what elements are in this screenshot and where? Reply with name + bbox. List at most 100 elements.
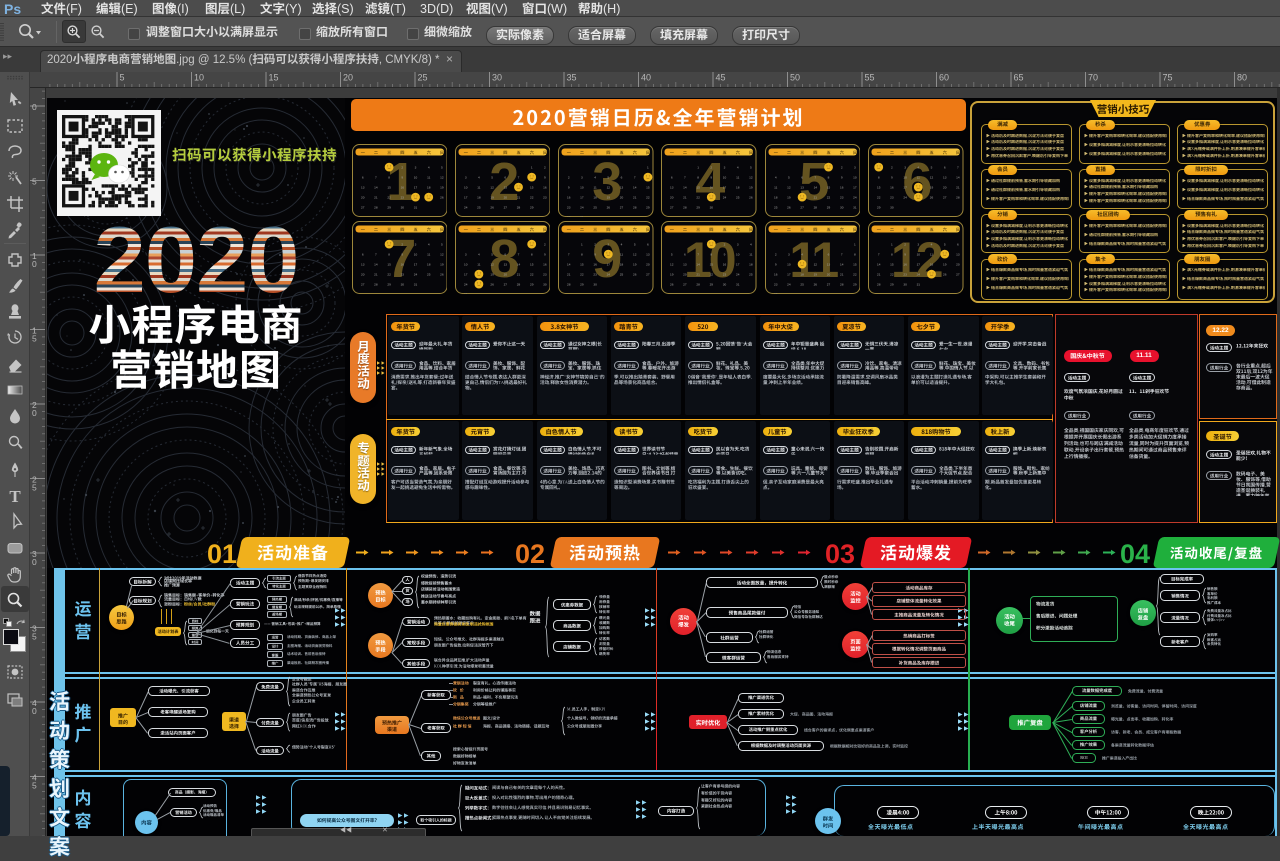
svg-text:11: 11 <box>750 253 753 257</box>
svg-text:2: 2 <box>401 165 403 169</box>
svg-text:7: 7 <box>814 175 816 179</box>
svg-text:日: 日 <box>543 227 547 233</box>
svg-text:5: 5 <box>120 73 125 83</box>
svg-text:8: 8 <box>489 229 518 289</box>
svg-text:20: 20 <box>343 73 353 83</box>
svg-text:29: 29 <box>530 205 534 209</box>
svg-text:日: 日 <box>853 227 857 233</box>
svg-text:4: 4 <box>696 152 726 212</box>
svg-text:25: 25 <box>774 205 778 209</box>
svg-text:31: 31 <box>580 215 584 217</box>
svg-text:22: 22 <box>387 273 391 277</box>
svg-text:18: 18 <box>426 185 430 189</box>
svg-text:75: 75 <box>1163 73 1173 83</box>
svg-text:7: 7 <box>568 253 570 257</box>
svg-text:23: 23 <box>543 195 547 199</box>
svg-text:29: 29 <box>890 283 894 287</box>
svg-text:80: 80 <box>1237 73 1247 83</box>
svg-text:19: 19 <box>490 273 494 277</box>
svg-text:12: 12 <box>891 232 942 288</box>
svg-text:27: 27 <box>956 273 960 277</box>
svg-text:26: 26 <box>440 195 444 199</box>
svg-text:24: 24 <box>917 273 921 277</box>
svg-text:五: 五 <box>723 149 727 155</box>
svg-text:11: 11 <box>917 175 920 179</box>
svg-text:0: 0 <box>32 102 37 112</box>
svg-text:21: 21 <box>374 195 378 199</box>
svg-text:7: 7 <box>634 175 636 179</box>
svg-text:9: 9 <box>891 175 893 179</box>
svg-text:22: 22 <box>853 273 857 277</box>
svg-text:6: 6 <box>684 253 686 257</box>
svg-text:65: 65 <box>1014 73 1024 83</box>
svg-text:17: 17 <box>580 195 584 199</box>
svg-text:10: 10 <box>413 175 417 179</box>
svg-text:23: 23 <box>903 273 907 277</box>
svg-text:15: 15 <box>890 263 894 267</box>
svg-text:1: 1 <box>891 243 893 247</box>
svg-text:6: 6 <box>504 253 506 257</box>
svg-text:28: 28 <box>877 283 881 287</box>
svg-text:26: 26 <box>943 273 947 277</box>
svg-text:30: 30 <box>890 205 894 209</box>
svg-text:六: 六 <box>736 227 740 233</box>
svg-text:22: 22 <box>826 195 830 199</box>
svg-text:26: 26 <box>607 205 611 209</box>
svg-text:6: 6 <box>827 253 829 257</box>
svg-text:五: 五 <box>516 149 520 155</box>
svg-text:29: 29 <box>646 205 650 209</box>
svg-text:15: 15 <box>269 73 279 83</box>
svg-text:24: 24 <box>853 195 857 199</box>
svg-text:27: 27 <box>620 205 624 209</box>
svg-text:6: 6 <box>902 152 931 212</box>
svg-text:16: 16 <box>400 263 404 267</box>
svg-text:7: 7 <box>698 253 700 257</box>
svg-text:13: 13 <box>956 253 960 257</box>
svg-text:五: 五 <box>516 227 520 233</box>
svg-text:30: 30 <box>710 205 714 209</box>
svg-text:29: 29 <box>580 283 584 287</box>
svg-text:二: 二 <box>477 149 481 155</box>
svg-text:50: 50 <box>790 73 800 83</box>
svg-text:二: 二 <box>683 149 687 155</box>
svg-text:4: 4 <box>427 165 429 169</box>
svg-text:5: 5 <box>32 781 37 791</box>
svg-text:3: 3 <box>414 165 416 169</box>
svg-text:3: 3 <box>724 165 726 169</box>
svg-text:5: 5 <box>441 165 443 169</box>
svg-text:12: 12 <box>490 263 494 267</box>
svg-text:15: 15 <box>387 263 391 267</box>
svg-text:8: 8 <box>388 253 390 257</box>
svg-text:六: 六 <box>529 227 533 233</box>
svg-text:27: 27 <box>360 205 364 209</box>
svg-text:22: 22 <box>890 273 894 277</box>
svg-text:18: 18 <box>477 195 481 199</box>
svg-text:5: 5 <box>32 632 37 642</box>
svg-text:8: 8 <box>854 253 856 257</box>
svg-text:六: 六 <box>426 149 430 155</box>
svg-text:4: 4 <box>801 253 803 257</box>
svg-text:16: 16 <box>890 185 894 189</box>
svg-text:29: 29 <box>387 283 391 287</box>
svg-text:28: 28 <box>517 283 521 287</box>
svg-text:11: 11 <box>930 253 933 257</box>
svg-text:13: 13 <box>503 185 507 189</box>
svg-text:45: 45 <box>716 73 726 83</box>
svg-text:12: 12 <box>490 185 494 189</box>
svg-text:6: 6 <box>801 175 803 179</box>
svg-text:28: 28 <box>697 283 701 287</box>
svg-text:19: 19 <box>670 273 674 277</box>
svg-text:3: 3 <box>465 253 467 257</box>
svg-text:五: 五 <box>413 227 417 233</box>
svg-text:2: 2 <box>711 165 713 169</box>
svg-text:13: 13 <box>646 253 650 257</box>
svg-text:12: 12 <box>440 253 444 257</box>
svg-text:7: 7 <box>878 253 880 257</box>
svg-text:28: 28 <box>684 205 688 209</box>
svg-text:10: 10 <box>413 253 417 257</box>
svg-text:26: 26 <box>490 205 494 209</box>
svg-text:16: 16 <box>543 185 547 189</box>
svg-text:8: 8 <box>711 253 713 257</box>
svg-text:13: 13 <box>684 263 688 267</box>
svg-text:28: 28 <box>840 283 844 287</box>
